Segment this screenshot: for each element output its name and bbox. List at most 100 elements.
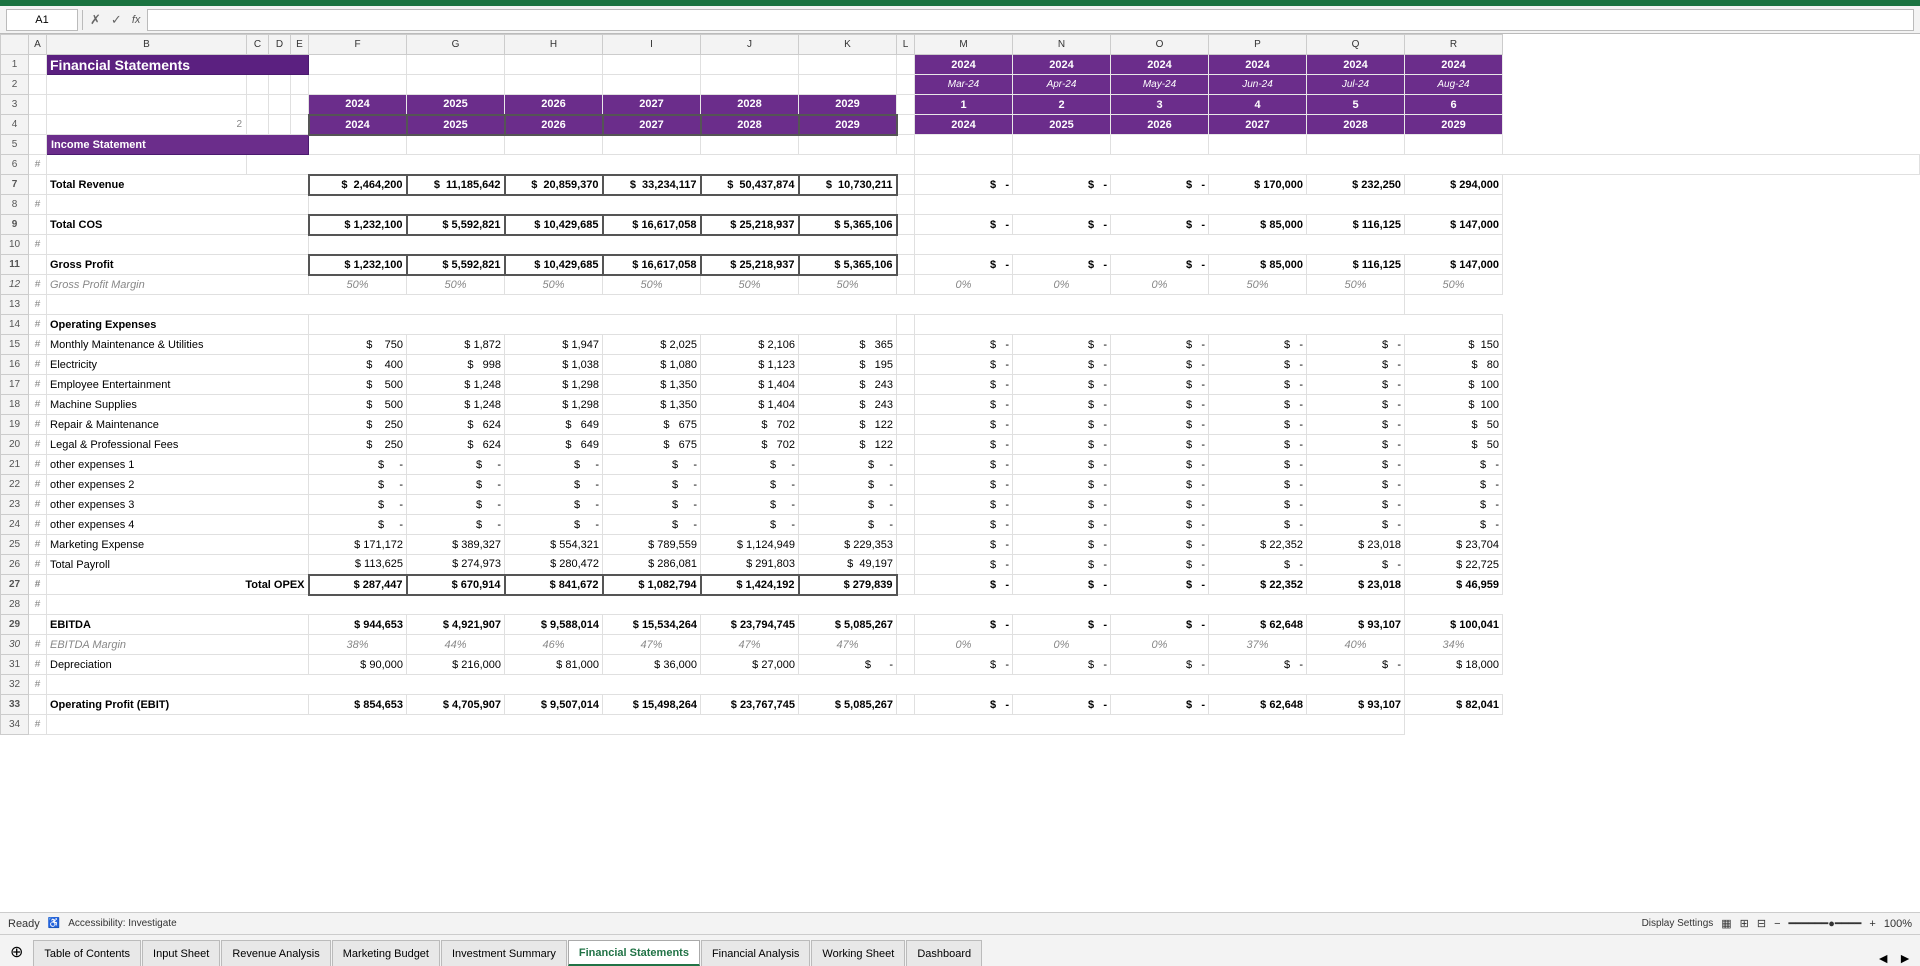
cell-Q1[interactable]: 2024 [1307,55,1405,75]
zoom-in-button[interactable]: + [1869,918,1875,930]
tab-dashboard[interactable]: Dashboard [906,940,982,966]
cell-reference[interactable] [6,9,78,31]
row-29-ebitda: 29 EBITDA $ 944,653 $ 4,921,907 $ 9,588,… [1,615,1920,635]
cell-L1[interactable] [897,55,915,75]
title-text: Financial Statements [50,57,190,73]
tab-revenue-analysis[interactable]: Revenue Analysis [221,940,330,966]
row-28: 28 # [1,595,1920,615]
col-J-header[interactable]: J [701,35,799,55]
row-19: 19 # Repair & Maintenance $ 250 $ 624 $ … [1,415,1920,435]
formula-fx-icon[interactable]: fx [129,14,144,26]
row-num-3: 3 [1,95,29,115]
gross-profit-margin-label: Gross Profit Margin [50,279,145,291]
tab-working-sheet[interactable]: Working Sheet [811,940,905,966]
scroll-area[interactable]: A B C D E F G H I J K L M N O P Q [0,34,1920,912]
row-32: 32 # [1,675,1920,695]
col-B-header[interactable]: B [47,35,247,55]
formula-bar: ✗ ✓ fx [0,6,1920,34]
row-17: 17 # Employee Entertainment $ 500 $ 1,24… [1,375,1920,395]
row-25: 25 # Marketing Expense $ 171,172 $ 389,3… [1,535,1920,555]
formula-confirm-icon[interactable]: ✓ [108,12,125,28]
col-D-header[interactable]: D [269,35,291,55]
row-20: 20 # Legal & Professional Fees $ 250 $ 6… [1,435,1920,455]
row-10: 10 # [1,235,1920,255]
zoom-slider[interactable]: ━━━━━━●━━━━ [1789,917,1862,930]
scroll-tabs-right[interactable]: ► [1894,950,1916,966]
page-layout-icon[interactable]: ⊞ [1740,917,1749,930]
col-G-header[interactable]: G [407,35,505,55]
cell-B1[interactable]: Financial Statements [47,55,309,75]
row-13: 13 # [1,295,1920,315]
formula-bar-divider [82,10,83,30]
cell-H1[interactable] [505,55,603,75]
tab-investment-summary[interactable]: Investment Summary [441,940,567,966]
col-K-header[interactable]: K [799,35,897,55]
total-payroll-label: Total Payroll [50,559,110,571]
col-M-header[interactable]: M [915,35,1013,55]
cell-J1[interactable] [701,55,799,75]
row-30-ebitda-margin: 30 # EBITDA Margin 38% 44% 46% 47% 47% 4… [1,635,1920,655]
corner-header [1,35,29,55]
gross-profit-label: Gross Profit [50,259,114,271]
add-sheet-button[interactable]: ⊕ [4,940,29,966]
row-23: 23 # other expenses 3 $ - $ - $ - $ - $ … [1,495,1920,515]
cell-G1[interactable] [407,55,505,75]
row-14-opex-header: 14 # Operating Expenses [1,315,1920,335]
row-31: 31 # Depreciation $ 90,000 $ 216,000 $ 8… [1,655,1920,675]
ebitda-margin-label: EBITDA Margin [50,639,126,651]
col-R-header[interactable]: R [1405,35,1503,55]
col-H-header[interactable]: H [505,35,603,55]
total-revenue-label: Total Revenue [50,179,124,191]
col-N-header[interactable]: N [1013,35,1111,55]
cell-R1[interactable]: 2024 [1405,55,1503,75]
tab-input-sheet[interactable]: Input Sheet [142,940,220,966]
formula-input[interactable] [147,9,1914,31]
cell-M1[interactable]: 2024 [915,55,1013,75]
row-27-total-opex: 27 # Total OPEX $ 287,447 $ 670,914 $ 84… [1,575,1920,595]
col-Q-header[interactable]: Q [1307,35,1405,55]
cell-O1[interactable]: 2024 [1111,55,1209,75]
marketing-expense-label: Marketing Expense [50,539,144,551]
col-A-header[interactable]: A [29,35,47,55]
row-8: 8 # [1,195,1920,215]
col-O-header[interactable]: O [1111,35,1209,55]
scroll-tabs-left[interactable]: ◄ [1872,950,1894,966]
tab-financial-analysis[interactable]: Financial Analysis [701,940,810,966]
col-F-header[interactable]: F [309,35,407,55]
row-11-gross-profit: 11 Gross Profit $ 1,232,100 $ 5,592,821 … [1,255,1920,275]
income-statement-label: Income Statement [51,139,146,151]
cell-I1[interactable] [603,55,701,75]
cell-N1[interactable]: 2024 [1013,55,1111,75]
zoom-out-button[interactable]: − [1774,918,1780,930]
cell-K1[interactable] [799,55,897,75]
tab-table-of-contents[interactable]: Table of Contents [33,940,141,966]
electricity-label: Electricity [50,359,97,371]
col-L-header[interactable]: L [897,35,915,55]
page-break-icon[interactable]: ⊟ [1757,917,1766,930]
cell-A1[interactable] [29,55,47,75]
col-C-header[interactable]: C [247,35,269,55]
col-E-header[interactable]: E [291,35,309,55]
display-settings[interactable]: Display Settings [1642,918,1714,929]
accessibility-icon: ♿ [48,918,60,929]
spreadsheet-area: A B C D E F G H I J K L M N O P Q [0,34,1920,912]
cell-F1[interactable] [309,55,407,75]
row-26: 26 # Total Payroll $ 113,625 $ 274,973 $… [1,555,1920,575]
ready-status: Ready [8,918,40,930]
depreciation-label: Depreciation [50,659,112,671]
col-P-header[interactable]: P [1209,35,1307,55]
total-opex-label: Total OPEX [245,579,304,591]
col-header-row: A B C D E F G H I J K L M N O P Q [1,35,1920,55]
row-num-1: 1 [1,55,29,75]
formula-cancel-icon[interactable]: ✗ [87,12,104,28]
row-5-income-statement: 5 Income Statement [1,135,1920,155]
row-24: 24 # other expenses 4 $ - $ - $ - $ - $ … [1,515,1920,535]
row-6: 6 # [1,155,1920,175]
col-I-header[interactable]: I [603,35,701,55]
tab-financial-statements[interactable]: Financial Statements [568,940,700,966]
normal-view-icon[interactable]: ▦ [1721,917,1731,930]
cell-P1[interactable]: 2024 [1209,55,1307,75]
row-22: 22 # other expenses 2 $ - $ - $ - $ - $ … [1,475,1920,495]
row-num-4: 4 [1,115,29,135]
tab-marketing-budget[interactable]: Marketing Budget [332,940,440,966]
